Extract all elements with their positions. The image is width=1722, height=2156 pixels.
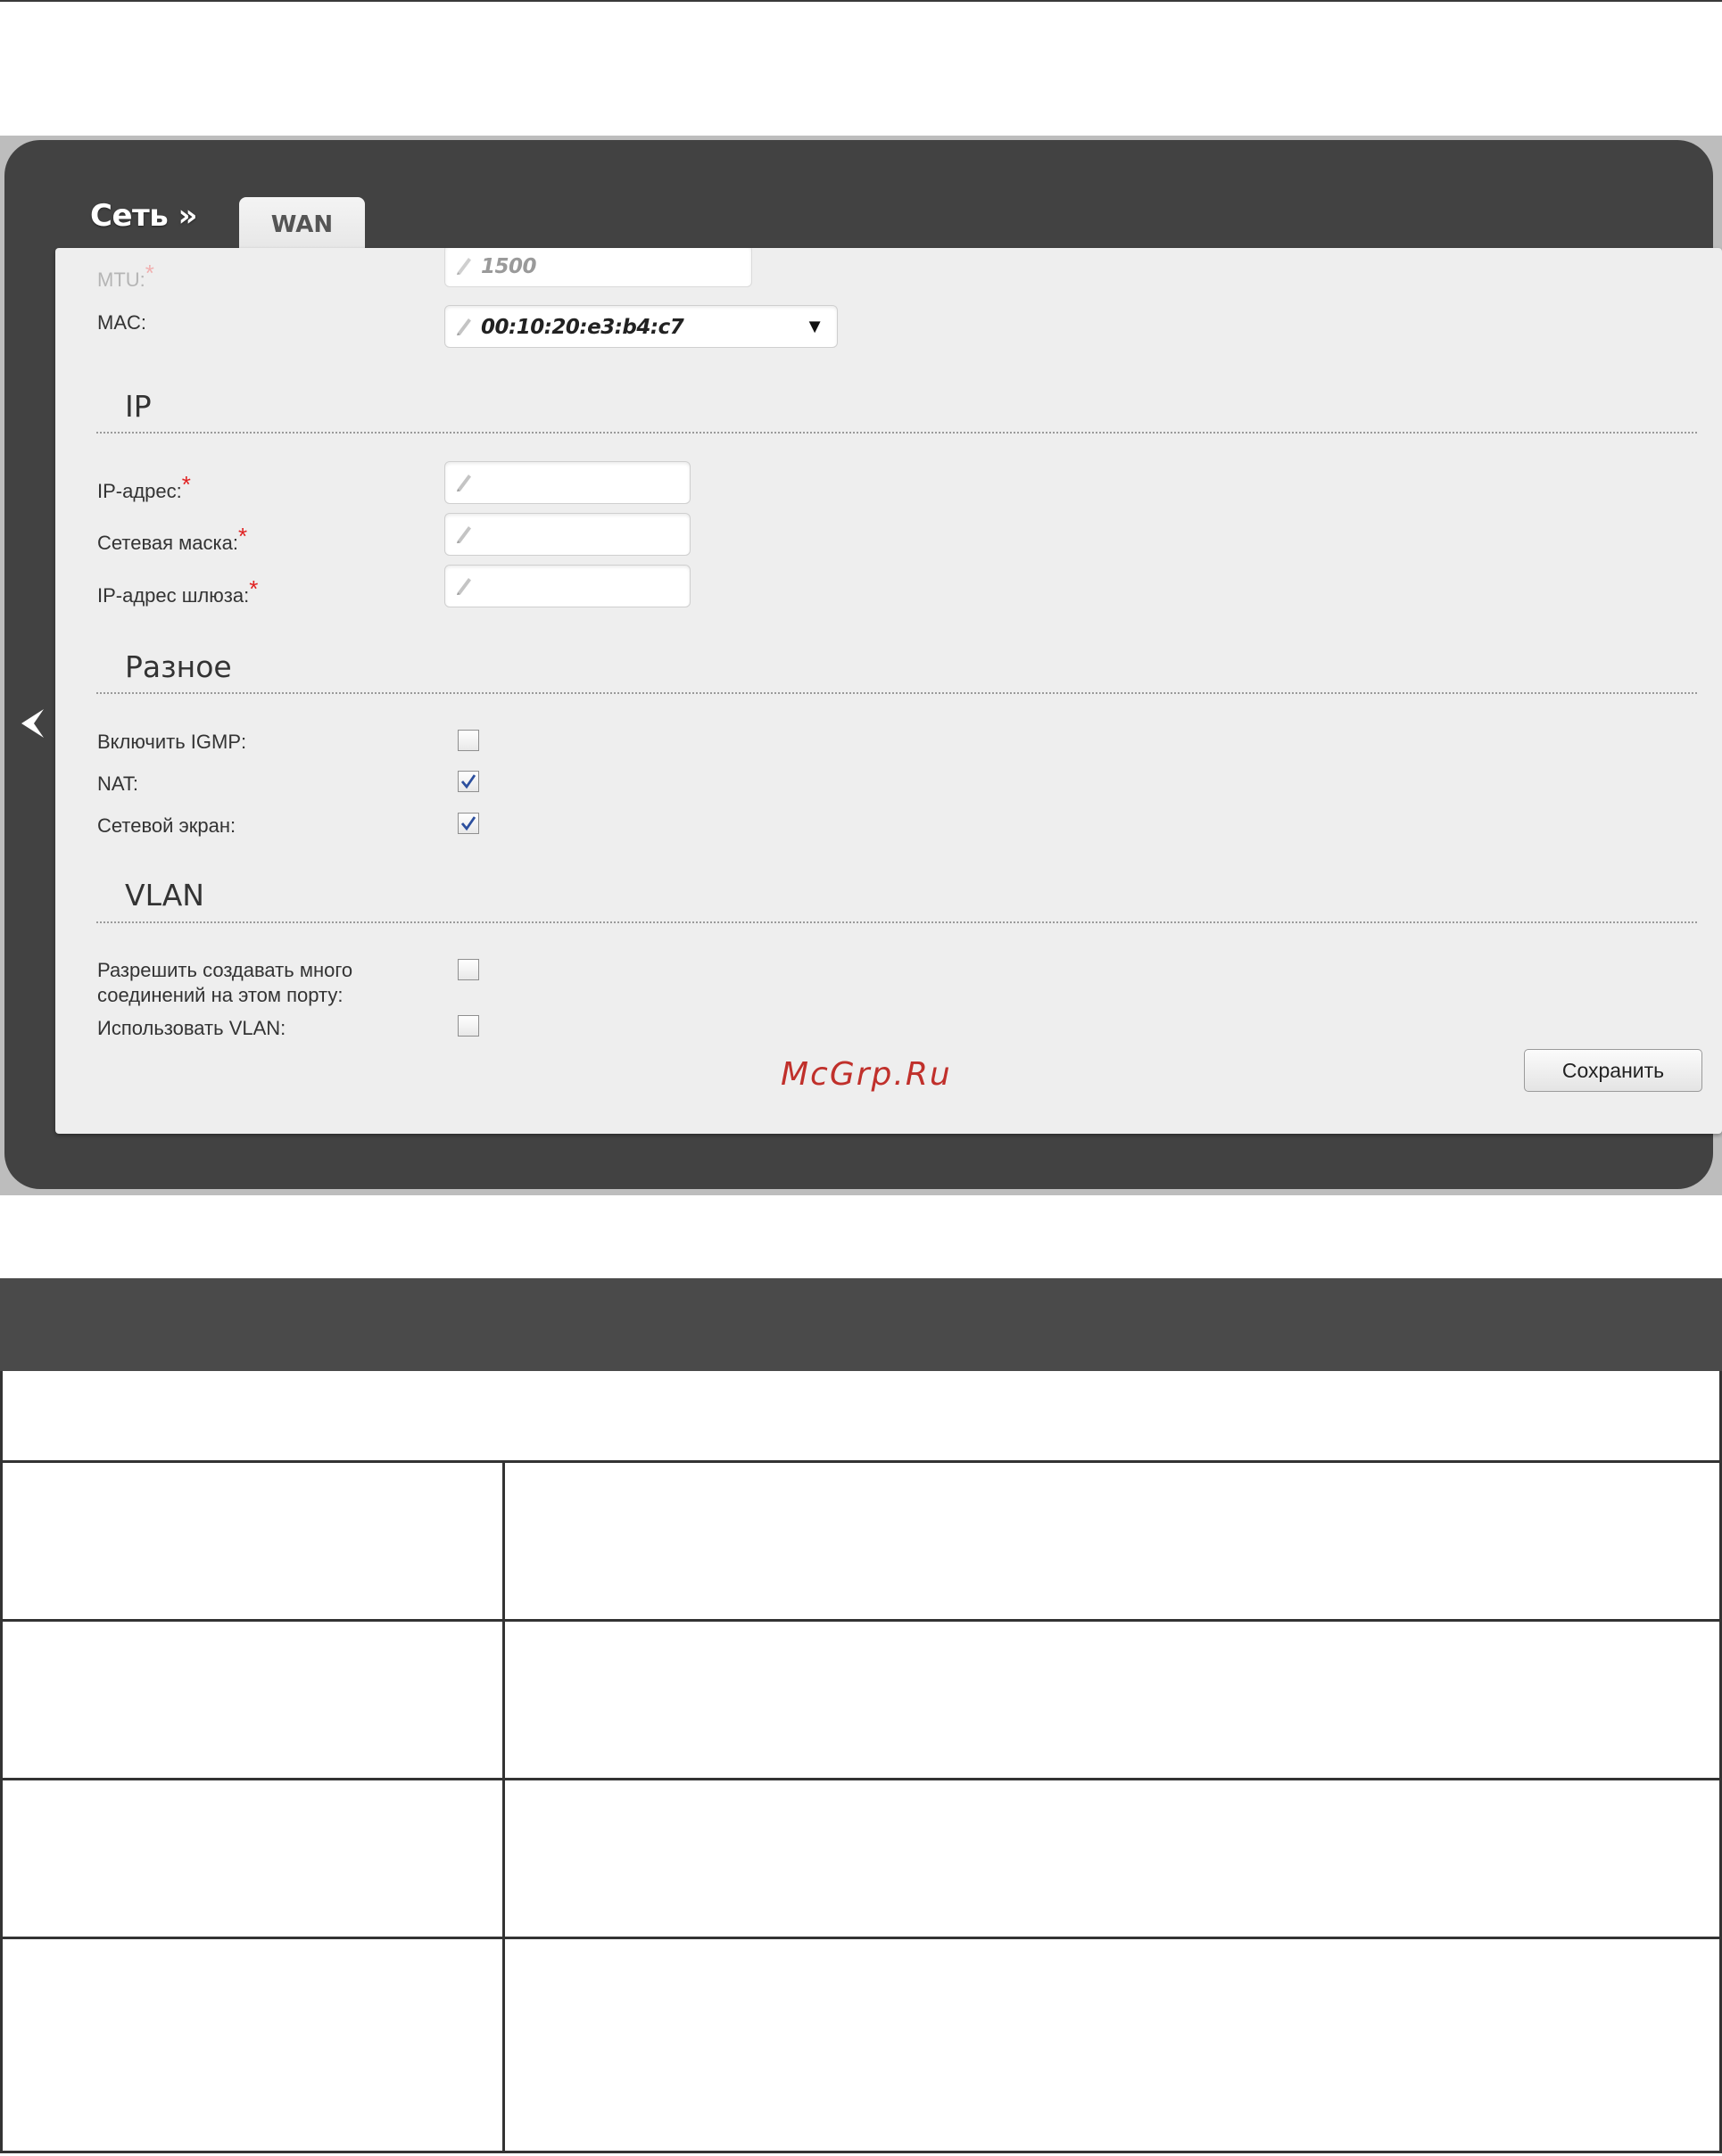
nat-checkbox[interactable] bbox=[458, 771, 479, 792]
pencil-icon bbox=[454, 575, 474, 597]
table-row bbox=[0, 1780, 1722, 1939]
save-button[interactable]: Сохранить bbox=[1524, 1049, 1702, 1092]
param-cell bbox=[3, 1780, 505, 1937]
firewall-label: Сетевой экран: bbox=[97, 814, 236, 837]
firewall-checkbox[interactable] bbox=[458, 813, 479, 834]
igmp-label: Включить IGMP: bbox=[97, 731, 247, 753]
back-arrow-icon[interactable] bbox=[19, 707, 46, 739]
check-icon bbox=[460, 774, 476, 789]
use-vlan-label: Использовать VLAN: bbox=[97, 1017, 286, 1039]
pencil-icon bbox=[454, 524, 474, 545]
divider bbox=[96, 432, 1697, 434]
description-cell bbox=[508, 1622, 1719, 1778]
table-header bbox=[0, 1278, 1722, 1371]
router-web-interface: Сеть » WAN MTU:* 1500 MAC: 00:10:20:e3:b… bbox=[4, 140, 1722, 1189]
ip-address-label: IP-адрес:* bbox=[97, 471, 191, 502]
mtu-value: 1500 bbox=[481, 255, 537, 278]
group-title-vlan: VLAN bbox=[125, 878, 204, 913]
multi-conn-checkbox[interactable] bbox=[458, 959, 479, 980]
page-top-rule bbox=[0, 0, 1722, 2]
gateway-label: IP-адрес шлюза:* bbox=[97, 575, 259, 607]
description-cell bbox=[508, 1939, 1719, 2151]
pencil-icon bbox=[454, 255, 474, 277]
mtu-input[interactable]: 1500 bbox=[444, 248, 752, 287]
table-section-row bbox=[0, 1371, 1722, 1463]
breadcrumb-network[interactable]: Сеть » bbox=[90, 198, 198, 234]
nat-label: NAT: bbox=[97, 772, 139, 795]
table-row bbox=[0, 1463, 1722, 1622]
mtu-label: MTU:* bbox=[97, 260, 154, 291]
divider bbox=[96, 692, 1697, 694]
netmask-input[interactable] bbox=[444, 513, 691, 556]
divider bbox=[96, 921, 1697, 923]
caret-down-icon[interactable]: ▼ bbox=[805, 315, 824, 338]
table-row bbox=[0, 1622, 1722, 1780]
use-vlan-checkbox[interactable] bbox=[458, 1015, 479, 1037]
check-icon bbox=[460, 816, 476, 831]
param-cell bbox=[3, 1622, 505, 1778]
group-title-ip: IP bbox=[125, 389, 152, 424]
param-cell bbox=[3, 1939, 505, 2151]
netmask-label: Сетевая маска:* bbox=[97, 523, 248, 554]
description-cell bbox=[508, 1463, 1719, 1619]
router-ui-screenshot: Сеть » WAN MTU:* 1500 MAC: 00:10:20:e3:b… bbox=[0, 136, 1722, 1195]
param-cell bbox=[3, 1463, 505, 1619]
mac-label: MAC: bbox=[97, 311, 146, 334]
description-cell bbox=[508, 1780, 1719, 1937]
group-title-misc: Разное bbox=[125, 649, 232, 684]
gateway-input[interactable] bbox=[444, 565, 691, 607]
igmp-checkbox[interactable] bbox=[458, 730, 479, 751]
tab-wan[interactable]: WAN bbox=[239, 197, 365, 252]
ip-address-input[interactable] bbox=[444, 461, 691, 504]
settings-panel: MTU:* 1500 MAC: 00:10:20:e3:b4:c7 ▼ IP I… bbox=[55, 248, 1722, 1134]
pencil-icon bbox=[454, 472, 474, 493]
multi-conn-label-line1: Разрешить создавать много bbox=[97, 959, 353, 981]
mac-select[interactable]: 00:10:20:e3:b4:c7 ▼ bbox=[444, 305, 838, 348]
table-row bbox=[0, 1939, 1722, 2153]
mac-value: 00:10:20:e3:b4:c7 bbox=[481, 316, 684, 339]
multi-conn-label-line2: соединений на этом порту: bbox=[97, 984, 344, 1006]
watermark: McGrp.Ru bbox=[781, 1056, 952, 1093]
pencil-icon bbox=[454, 316, 474, 337]
